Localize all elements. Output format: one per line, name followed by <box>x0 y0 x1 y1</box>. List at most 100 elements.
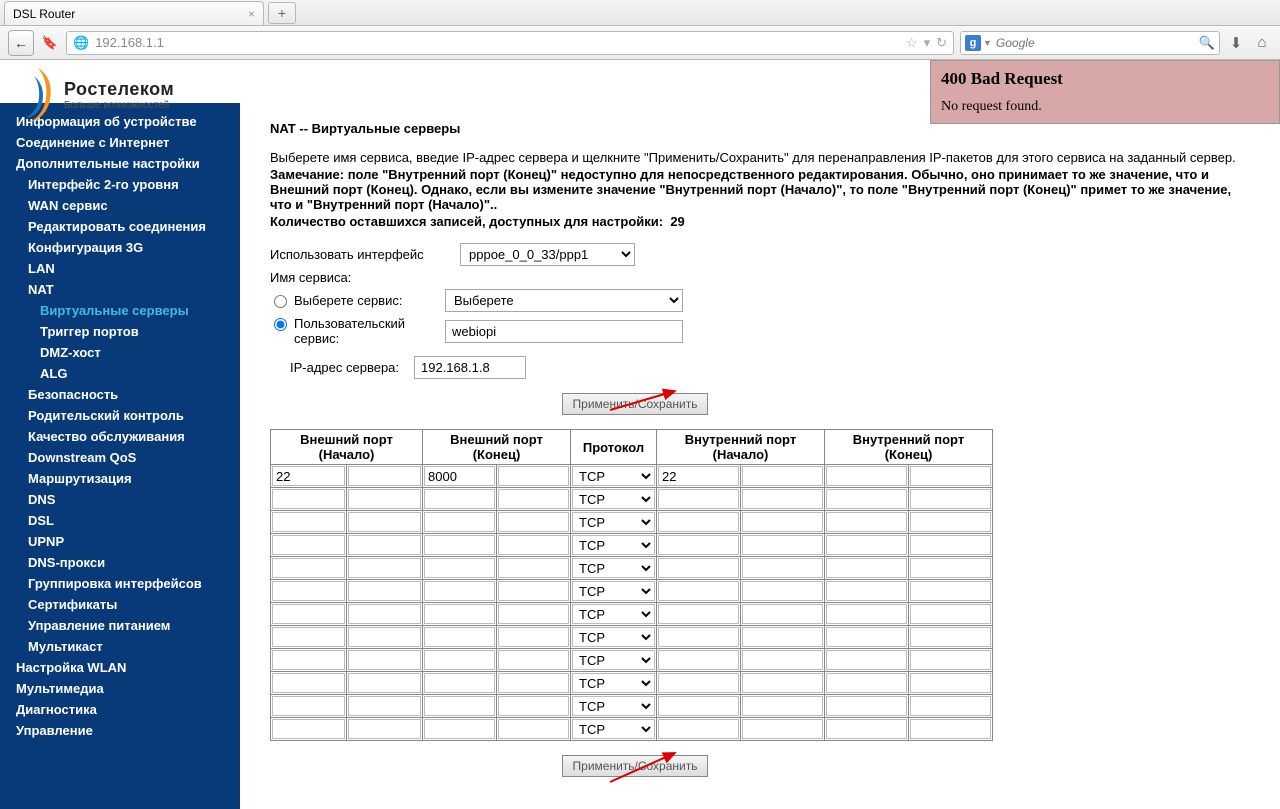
ext-port-end-input[interactable] <box>424 466 495 486</box>
int-port-end-input[interactable] <box>826 558 907 578</box>
sidebar-item-downstream-qos[interactable]: Downstream QoS <box>0 447 240 468</box>
search-bar[interactable]: g ▼ 🔍 <box>960 31 1220 55</box>
service-select[interactable]: Выберете <box>445 289 683 312</box>
ext-port-end-input[interactable] <box>424 627 495 647</box>
int-port-end2-input[interactable] <box>910 489 991 509</box>
ext-port-start2-input[interactable] <box>348 627 421 647</box>
ext-port-start-input[interactable] <box>272 581 345 601</box>
sidebar-item-dsl[interactable]: DSL <box>0 510 240 531</box>
protocol-select[interactable]: TCP <box>572 673 655 693</box>
sidebar-item-advanced[interactable]: Дополнительные настройки <box>0 153 240 174</box>
protocol-select[interactable]: TCP <box>572 558 655 578</box>
identity-icon[interactable]: 🔖 <box>40 33 60 53</box>
int-port-end2-input[interactable] <box>910 581 991 601</box>
reload-icon[interactable]: ↻ <box>936 35 947 51</box>
ext-port-end-input[interactable] <box>424 535 495 555</box>
sidebar-item-if-group[interactable]: Группировка интерфейсов <box>0 573 240 594</box>
browser-tab[interactable]: DSL Router <box>4 1 264 25</box>
int-port-start-input[interactable] <box>658 489 739 509</box>
sidebar-item-internet[interactable]: Соединение с Интернет <box>0 132 240 153</box>
ext-port-start-input[interactable] <box>272 650 345 670</box>
int-port-end2-input[interactable] <box>910 627 991 647</box>
custom-service-radio[interactable] <box>274 318 287 331</box>
downloads-icon[interactable]: ⬇ <box>1226 33 1246 53</box>
ext-port-start2-input[interactable] <box>348 673 421 693</box>
apply-save-button-top[interactable]: Применить/Сохранить <box>562 393 709 415</box>
protocol-select[interactable]: TCP <box>572 466 655 486</box>
sidebar-item-wlan[interactable]: Настройка WLAN <box>0 657 240 678</box>
ext-port-end2-input[interactable] <box>498 512 569 532</box>
sidebar-item-dns-proxy[interactable]: DNS-прокси <box>0 552 240 573</box>
int-port-end2-input[interactable] <box>910 466 991 486</box>
sidebar-item-diagnostics[interactable]: Диагностика <box>0 699 240 720</box>
sidebar-item-multicast[interactable]: Мультикаст <box>0 636 240 657</box>
ext-port-start2-input[interactable] <box>348 604 421 624</box>
server-ip-input[interactable] <box>414 356 526 379</box>
int-port-end2-input[interactable] <box>910 673 991 693</box>
ext-port-end2-input[interactable] <box>498 627 569 647</box>
sidebar-item-parental[interactable]: Родительский контроль <box>0 405 240 426</box>
int-port-start-input[interactable] <box>658 673 739 693</box>
back-button[interactable]: ← <box>8 30 34 56</box>
int-port-start2-input[interactable] <box>742 673 823 693</box>
ext-port-start-input[interactable] <box>272 489 345 509</box>
ext-port-end2-input[interactable] <box>498 604 569 624</box>
search-input[interactable] <box>996 36 1199 50</box>
sidebar-item-power[interactable]: Управление питанием <box>0 615 240 636</box>
int-port-end-input[interactable] <box>826 604 907 624</box>
int-port-end-input[interactable] <box>826 696 907 716</box>
ext-port-start2-input[interactable] <box>348 466 421 486</box>
ext-port-end-input[interactable] <box>424 696 495 716</box>
int-port-end-input[interactable] <box>826 627 907 647</box>
ext-port-start-input[interactable] <box>272 719 345 739</box>
ext-port-end-input[interactable] <box>424 558 495 578</box>
url-bar[interactable]: 🌐 192.168.1.1 ☆ ▾ ↻ <box>66 31 954 55</box>
int-port-end2-input[interactable] <box>910 650 991 670</box>
ext-port-start2-input[interactable] <box>348 489 421 509</box>
sidebar-item-upnp[interactable]: UPNP <box>0 531 240 552</box>
int-port-start-input[interactable] <box>658 650 739 670</box>
int-port-end2-input[interactable] <box>910 535 991 555</box>
interface-select[interactable]: pppoe_0_0_33/ppp1 <box>460 243 635 266</box>
sidebar-item-virtual-servers[interactable]: Виртуальные серверы <box>0 300 240 321</box>
ext-port-end2-input[interactable] <box>498 466 569 486</box>
ext-port-start-input[interactable] <box>272 466 345 486</box>
ext-port-start2-input[interactable] <box>348 581 421 601</box>
int-port-end-input[interactable] <box>826 673 907 693</box>
ext-port-end-input[interactable] <box>424 719 495 739</box>
int-port-start-input[interactable] <box>658 512 739 532</box>
ext-port-end-input[interactable] <box>424 581 495 601</box>
int-port-start2-input[interactable] <box>742 535 823 555</box>
int-port-start2-input[interactable] <box>742 466 823 486</box>
protocol-select[interactable]: TCP <box>572 535 655 555</box>
ext-port-end-input[interactable] <box>424 673 495 693</box>
int-port-start-input[interactable] <box>658 627 739 647</box>
sidebar-item-nat[interactable]: NAT <box>0 279 240 300</box>
ext-port-start-input[interactable] <box>272 627 345 647</box>
select-service-radio[interactable] <box>274 295 287 308</box>
sidebar-item-routing[interactable]: Маршрутизация <box>0 468 240 489</box>
int-port-start-input[interactable] <box>658 696 739 716</box>
ext-port-start-input[interactable] <box>272 604 345 624</box>
int-port-end-input[interactable] <box>826 512 907 532</box>
ext-port-start2-input[interactable] <box>348 512 421 532</box>
int-port-start2-input[interactable] <box>742 696 823 716</box>
int-port-start2-input[interactable] <box>742 581 823 601</box>
int-port-end2-input[interactable] <box>910 512 991 532</box>
sidebar-item-port-trigger[interactable]: Триггер портов <box>0 321 240 342</box>
ext-port-start-input[interactable] <box>272 535 345 555</box>
home-icon[interactable]: ⌂ <box>1252 33 1272 53</box>
ext-port-start2-input[interactable] <box>348 719 421 739</box>
ext-port-start2-input[interactable] <box>348 535 421 555</box>
ext-port-end-input[interactable] <box>424 604 495 624</box>
ext-port-end2-input[interactable] <box>498 696 569 716</box>
sidebar-item-multimedia[interactable]: Мультимедиа <box>0 678 240 699</box>
sidebar-item-qos[interactable]: Качество обслуживания <box>0 426 240 447</box>
search-engine-dropdown-icon[interactable]: ▼ <box>983 38 992 48</box>
int-port-start2-input[interactable] <box>742 627 823 647</box>
search-icon[interactable]: 🔍 <box>1199 35 1215 51</box>
ext-port-start-input[interactable] <box>272 696 345 716</box>
sidebar-item-wan[interactable]: WAN сервис <box>0 195 240 216</box>
ext-port-start-input[interactable] <box>272 558 345 578</box>
int-port-end2-input[interactable] <box>910 558 991 578</box>
